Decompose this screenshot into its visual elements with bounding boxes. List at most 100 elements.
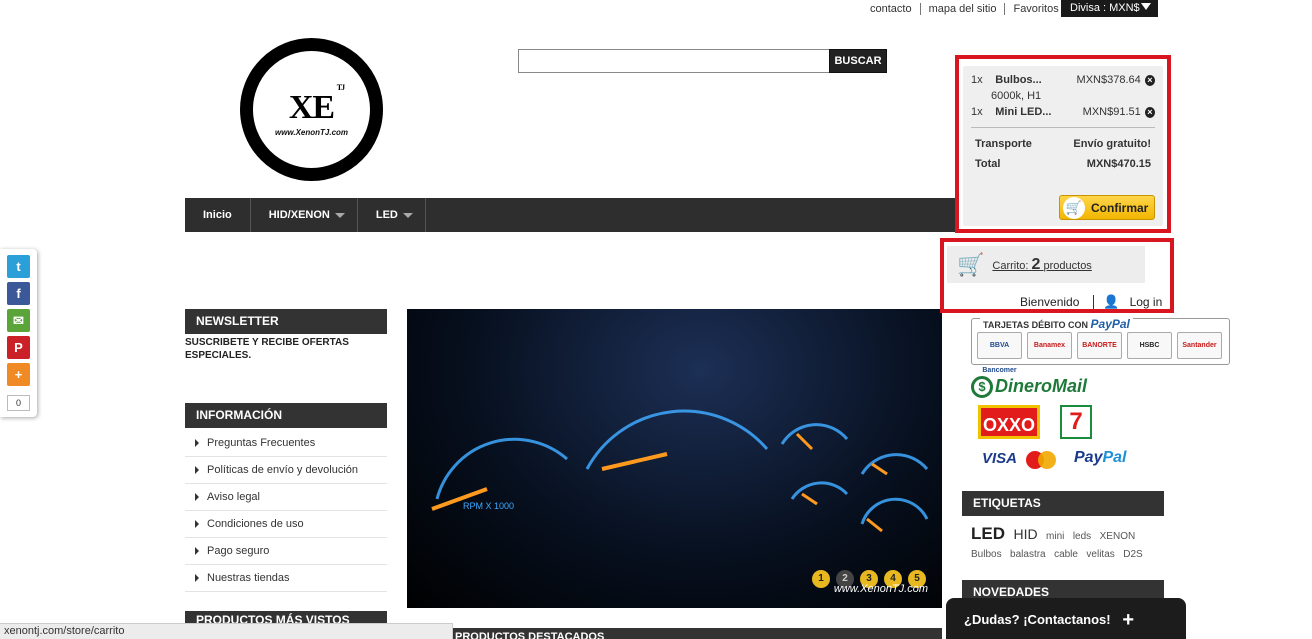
remove-icon[interactable]: × <box>1144 74 1156 86</box>
search-button[interactable]: BUSCAR <box>829 49 887 73</box>
shipping-value: Envío gratuito! <box>1073 138 1151 150</box>
share-sidebar: t f ✉ P + 0 <box>0 249 37 417</box>
info-item-terms[interactable]: Condiciones de uso <box>185 511 387 538</box>
chevron-down-icon <box>402 212 413 218</box>
divider <box>971 127 1155 128</box>
site-logo[interactable]: XE TJ www.XenonTJ.com <box>240 38 383 181</box>
cart-item: 1x Mini LED... MXN$91.51 × <box>971 104 1156 120</box>
email-icon[interactable]: ✉ <box>7 309 30 332</box>
main-nav: Inicio HID/XENON LED <box>185 198 962 232</box>
logo-url: www.XenonTJ.com <box>274 128 349 137</box>
currency-select[interactable]: Divisa : MXN$ <box>1061 0 1158 17</box>
tag-mini[interactable]: mini <box>1046 531 1064 542</box>
tag-xenon[interactable]: XENON <box>1100 531 1136 542</box>
favorites-link[interactable]: Favoritos <box>1005 3 1066 15</box>
newsletter-text: SUSCRIBETE Y RECIBE OFERTAS ESPECIALES. <box>185 337 349 361</box>
shipping-row: Transporte Envío gratuito! <box>971 134 1155 154</box>
confirm-button[interactable]: 🛒 Confirmar <box>1059 195 1155 220</box>
tag-hid[interactable]: HID <box>1013 526 1037 542</box>
mastercard-logo <box>1026 451 1056 469</box>
cart-icon: 🛒 <box>1063 196 1085 219</box>
debit-label: TARJETAS DÉBITO CON PayPal <box>980 317 1133 331</box>
contact-bar[interactable]: ¿Dudas? ¡Contactanos! + <box>946 598 1186 639</box>
total-value: MXN$470.15 <box>1086 158 1151 170</box>
chevron-down-icon <box>334 212 345 218</box>
twitter-icon[interactable]: t <box>7 255 30 278</box>
shipping-label: Transporte <box>975 138 1032 150</box>
logo-mark: XE TJ <box>288 83 345 126</box>
cart-summary-highlight: 🛒 Carrito: 2 productos Bienvenido 👤 Log … <box>940 238 1174 313</box>
tag-leds[interactable]: leds <box>1073 531 1091 542</box>
dashboard-gauges-image: RPM X 1000 <box>431 409 929 533</box>
search-input[interactable] <box>518 49 830 73</box>
cart-item-price: MXN$91.51 <box>1082 106 1141 118</box>
more-icon[interactable]: + <box>7 363 30 386</box>
tag-balastra[interactable]: balastra <box>1010 549 1046 560</box>
account-area: Bienvenido 👤 Log in <box>1020 294 1162 310</box>
bank-logo-banamex: Banamex <box>1027 332 1072 359</box>
cart-summary[interactable]: 🛒 Carrito: 2 productos <box>947 246 1145 283</box>
facebook-icon[interactable]: f <box>7 282 30 305</box>
info-item-secure-pay[interactable]: Pago seguro <box>185 538 387 565</box>
nav-item-led[interactable]: LED <box>358 198 426 232</box>
slider-watermark: www.XenonTJ.com <box>833 583 928 595</box>
contact-bar-label: ¿Dudas? ¡Contactanos! <box>964 612 1111 627</box>
remove-icon[interactable]: × <box>1144 106 1156 118</box>
newsletter-heading: NEWSLETTER <box>185 309 387 334</box>
bank-logo-bbva: BBVA Bancomer <box>977 332 1022 374</box>
dollar-icon: $ <box>971 376 993 399</box>
status-bar-url: xenontj.com/store/carrito <box>0 623 453 639</box>
plus-icon[interactable]: + <box>1122 609 1134 632</box>
cart-item-name[interactable]: Bulbos... <box>995 74 1068 86</box>
confirm-label: Confirmar <box>1091 200 1149 215</box>
bullet-icon <box>195 547 199 555</box>
user-icon: 👤 <box>1103 294 1120 309</box>
tag-bulbos[interactable]: Bulbos <box>971 549 1002 560</box>
top-links: contacto mapa del sitio Favoritos <box>862 2 1067 16</box>
seven-eleven-logo: 7 <box>1060 405 1092 439</box>
chevron-down-icon <box>1141 3 1151 10</box>
bullet-icon <box>195 574 199 582</box>
visa-logo: VISA <box>982 450 1018 467</box>
info-item-stores[interactable]: Nuestras tiendas <box>185 565 387 592</box>
bullet-icon <box>195 493 199 501</box>
nav-item-hid-xenon[interactable]: HID/XENON <box>251 198 358 232</box>
cart-item-attributes: 6000k, H1 <box>991 90 1042 102</box>
tag-velitas[interactable]: velitas <box>1086 549 1114 560</box>
bullet-icon <box>195 466 199 474</box>
welcome-text: Bienvenido <box>1020 295 1080 309</box>
total-row: Total MXN$470.15 <box>971 154 1155 174</box>
contact-link[interactable]: contacto <box>862 3 921 15</box>
cart-item-price: MXN$378.64 <box>1076 74 1141 86</box>
tag-cable[interactable]: cable <box>1054 549 1078 560</box>
cart-item-qty: 1x <box>971 106 983 118</box>
info-list: Preguntas Frecuentes Políticas de envío … <box>185 430 387 592</box>
cart-popup: 1x Bulbos... MXN$378.64 × 6000k, H1 1x M… <box>963 66 1163 226</box>
bank-logo-santander: Santander <box>1177 332 1222 359</box>
info-item-faq[interactable]: Preguntas Frecuentes <box>185 430 387 457</box>
divider <box>1093 295 1095 309</box>
slider-dot-1[interactable]: 1 <box>812 570 830 588</box>
dineromail-logo: $ DineroMail <box>971 376 1087 399</box>
cart-link[interactable]: Carrito: 2 productos <box>992 256 1091 274</box>
nav-item-inicio[interactable]: Inicio <box>185 198 251 232</box>
cart-item: 1x Bulbos... MXN$378.64 × <box>971 72 1156 88</box>
info-heading: INFORMACIÓN <box>185 403 387 428</box>
share-count: 0 <box>7 395 30 411</box>
tag-d2s[interactable]: D2S <box>1123 549 1142 560</box>
pinterest-icon[interactable]: P <box>7 336 30 359</box>
info-item-shipping[interactable]: Políticas de envío y devolución <box>185 457 387 484</box>
sitemap-link[interactable]: mapa del sitio <box>921 3 1006 15</box>
info-item-legal[interactable]: Aviso legal <box>185 484 387 511</box>
tag-led[interactable]: LED <box>971 524 1005 544</box>
cart-item-qty: 1x <box>971 74 983 86</box>
bank-logo-hsbc: HSBC <box>1127 332 1172 359</box>
login-link[interactable]: Log in <box>1130 295 1163 309</box>
bullet-icon <box>195 520 199 528</box>
cart-item-name[interactable]: Mini LED... <box>995 106 1068 118</box>
bullet-icon <box>195 439 199 447</box>
featured-heading: PRODUCTOS DESTACADOS <box>453 628 942 639</box>
hero-slider[interactable]: RPM X 1000 1 2 3 4 5 www.XenonTJ.com <box>407 309 942 608</box>
total-label: Total <box>975 158 1001 170</box>
cart-popup-highlight: 1x Bulbos... MXN$378.64 × 6000k, H1 1x M… <box>955 55 1171 233</box>
